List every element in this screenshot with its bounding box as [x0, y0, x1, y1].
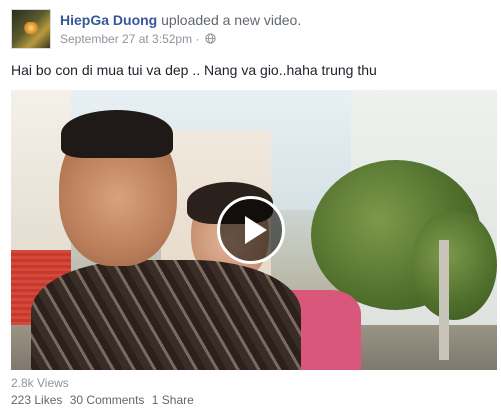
post-action-text: uploaded a new video.	[161, 12, 302, 28]
author-name-link[interactable]: HiepGa Duong	[60, 12, 157, 28]
video-frame-pole	[439, 240, 449, 360]
post-timestamp-link[interactable]: September 27 at 3:52pm	[60, 32, 192, 46]
comments-count-link[interactable]: 30 Comments	[70, 393, 145, 407]
meta-separator: ·	[195, 32, 200, 46]
globe-icon[interactable]	[205, 33, 216, 47]
video-frame-person	[31, 260, 301, 370]
video-post: HiepGa Duong uploaded a new video. Septe…	[0, 0, 501, 420]
view-count: 2.8k Views	[11, 376, 69, 390]
author-avatar[interactable]	[11, 9, 51, 49]
play-button[interactable]	[217, 196, 285, 264]
post-meta: September 27 at 3:52pm ·	[60, 32, 216, 47]
video-player[interactable]	[11, 90, 497, 370]
play-icon	[245, 216, 267, 244]
post-caption: Hai bo con di mua tui va dep .. Nang va …	[11, 62, 377, 78]
shares-count-link[interactable]: 1 Share	[152, 393, 194, 407]
post-header: HiepGa Duong uploaded a new video.	[60, 12, 301, 28]
video-frame-tree	[411, 210, 497, 320]
likes-count-link[interactable]: 223 Likes	[11, 393, 62, 407]
engagement-stats: 223 Likes 30 Comments 1 Share	[11, 393, 198, 407]
avatar-image	[22, 22, 40, 34]
video-frame-person	[61, 110, 173, 158]
